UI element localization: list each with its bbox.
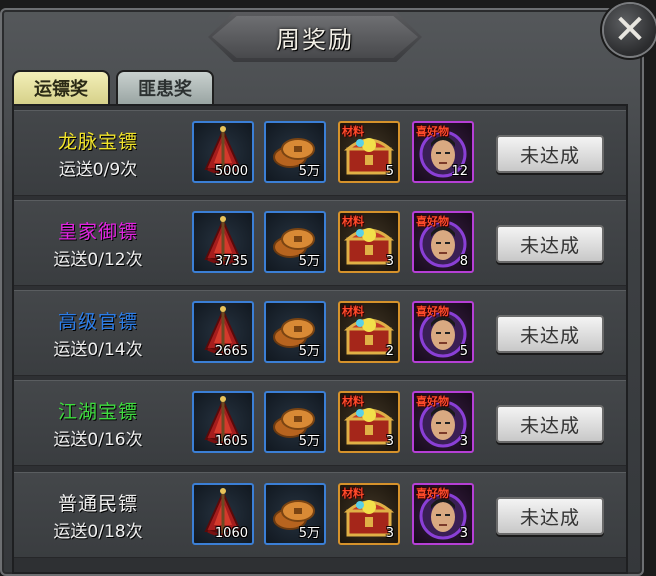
favorite-gift-item[interactable]: 喜好物 3 — [412, 483, 474, 545]
reward-row: 皇家御镖运送0/12次 3735 5万 材料 3 喜好物 8 未达成 — [14, 200, 626, 286]
close-button[interactable]: ✕ — [604, 4, 656, 56]
item-quantity: 5万 — [298, 434, 320, 449]
escort-banner-item[interactable]: 5000 — [192, 121, 254, 183]
tab-escort-reward[interactable]: 运镖奖 — [12, 70, 110, 104]
item-tag: 喜好物 — [416, 487, 449, 500]
item-tag: 材料 — [342, 305, 364, 318]
reward-row: 龙脉宝镖运送0/9次 5000 5万 材料 5 喜好物 12 未达成 — [14, 110, 626, 196]
material-chest-item[interactable]: 材料 2 — [338, 301, 400, 363]
item-quantity: 2665 — [214, 344, 248, 359]
item-quantity: 3 — [385, 526, 394, 541]
claim-status-label: 未达成 — [519, 414, 580, 437]
item-quantity: 5000 — [214, 164, 248, 179]
escort-type-name: 皇家御镖 — [57, 221, 138, 243]
item-quantity: 5 — [459, 344, 468, 359]
close-icon: ✕ — [613, 7, 647, 53]
item-tag: 喜好物 — [416, 395, 449, 408]
item-quantity: 5 — [385, 164, 394, 179]
item-quantity: 3 — [459, 434, 468, 449]
coins-item[interactable]: 5万 — [264, 483, 326, 545]
escort-progress: 运送0/12次 — [53, 250, 143, 270]
claim-status-button[interactable]: 未达成 — [496, 405, 604, 443]
coins-item[interactable]: 5万 — [264, 121, 326, 183]
coins-item[interactable]: 5万 — [264, 301, 326, 363]
tab-label: 匪患奖 — [138, 79, 192, 100]
claim-status-button[interactable]: 未达成 — [496, 225, 604, 263]
item-quantity: 12 — [451, 164, 468, 179]
item-quantity: 3 — [385, 434, 394, 449]
escort-banner-item[interactable]: 2665 — [192, 301, 254, 363]
favorite-gift-item[interactable]: 喜好物 8 — [412, 211, 474, 273]
claim-status-label: 未达成 — [519, 506, 580, 529]
claim-status-button[interactable]: 未达成 — [496, 497, 604, 535]
tab-bandit-reward[interactable]: 匪患奖 — [116, 70, 214, 104]
escort-type-name: 江湖宝镖 — [57, 401, 138, 423]
favorite-gift-item[interactable]: 喜好物 5 — [412, 301, 474, 363]
favorite-gift-item[interactable]: 喜好物 12 — [412, 121, 474, 183]
reward-row: 普通民镖运送0/18次 1060 5万 材料 3 喜好物 3 未达成 — [14, 472, 626, 558]
item-quantity: 5万 — [298, 526, 320, 541]
tab-label: 运镖奖 — [34, 79, 88, 100]
escort-banner-item[interactable]: 1060 — [192, 483, 254, 545]
item-quantity: 5万 — [298, 344, 320, 359]
escort-type-name: 高级官镖 — [57, 311, 138, 333]
escort-progress: 运送0/18次 — [53, 522, 143, 542]
material-chest-item[interactable]: 材料 5 — [338, 121, 400, 183]
escort-banner-item[interactable]: 1605 — [192, 391, 254, 453]
item-quantity: 8 — [459, 254, 468, 269]
escort-type-name: 普通民镖 — [57, 493, 138, 515]
claim-status-button[interactable]: 未达成 — [496, 315, 604, 353]
item-quantity: 3 — [385, 254, 394, 269]
escort-banner-item[interactable]: 3735 — [192, 211, 254, 273]
window-title: 周奖励 — [276, 25, 354, 54]
claim-status-label: 未达成 — [519, 144, 580, 167]
claim-status-label: 未达成 — [519, 324, 580, 347]
item-tag: 喜好物 — [416, 305, 449, 318]
item-quantity: 3735 — [214, 254, 248, 269]
favorite-gift-item[interactable]: 喜好物 3 — [412, 391, 474, 453]
escort-progress: 运送0/16次 — [53, 430, 143, 450]
item-quantity: 5万 — [298, 254, 320, 269]
material-chest-item[interactable]: 材料 3 — [338, 483, 400, 545]
item-tag: 喜好物 — [416, 125, 449, 138]
reward-row: 高级官镖运送0/14次 2665 5万 材料 2 喜好物 5 未达成 — [14, 290, 626, 376]
material-chest-item[interactable]: 材料 3 — [338, 391, 400, 453]
item-quantity: 1605 — [214, 434, 248, 449]
coins-item[interactable]: 5万 — [264, 211, 326, 273]
item-quantity: 3 — [459, 526, 468, 541]
item-quantity: 5万 — [298, 164, 320, 179]
escort-progress: 运送0/9次 — [58, 160, 138, 180]
item-tag: 喜好物 — [416, 215, 449, 228]
item-tag: 材料 — [342, 487, 364, 500]
item-tag: 材料 — [342, 395, 364, 408]
reward-row: 江湖宝镖运送0/16次 1605 5万 材料 3 喜好物 3 未达成 — [14, 380, 626, 466]
item-tag: 材料 — [342, 125, 364, 138]
claim-status-label: 未达成 — [519, 234, 580, 257]
escort-progress: 运送0/14次 — [53, 340, 143, 360]
item-quantity: 2 — [385, 344, 394, 359]
item-quantity: 1060 — [214, 526, 248, 541]
item-tag: 材料 — [342, 215, 364, 228]
claim-status-button[interactable]: 未达成 — [496, 135, 604, 173]
material-chest-item[interactable]: 材料 3 — [338, 211, 400, 273]
title-plate: 周奖励 — [208, 12, 422, 62]
escort-type-name: 龙脉宝镖 — [57, 131, 138, 153]
coins-item[interactable]: 5万 — [264, 391, 326, 453]
